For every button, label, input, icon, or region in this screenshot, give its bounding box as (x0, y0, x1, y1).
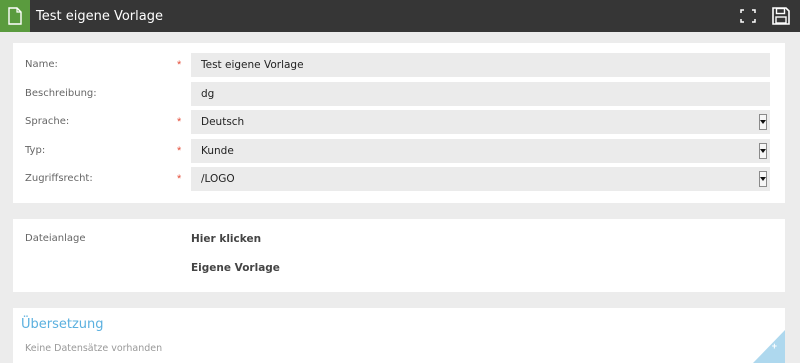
language-select[interactable]: Deutsch (191, 110, 770, 134)
required-marker: * (177, 173, 182, 185)
required-marker: * (177, 59, 182, 71)
corner-triangle (753, 330, 785, 363)
language-select-value: Deutsch (201, 116, 245, 128)
form-row-description: Beschreibung: dg (13, 82, 785, 106)
access-select[interactable]: /LOGO (191, 167, 770, 191)
click-here-link[interactable]: Hier klicken (191, 233, 261, 245)
language-label: Sprache: (25, 116, 70, 127)
form-row-type: Typ: * Kunde (13, 139, 785, 163)
translation-panel: Übersetzung Keine Datensätze vorhanden + (13, 308, 785, 363)
chevron-down-icon[interactable] (759, 114, 767, 130)
access-label: Zugriffsrecht: (25, 173, 93, 184)
own-template-link[interactable]: Eigene Vorlage (191, 262, 280, 274)
access-select-value: /LOGO (201, 173, 235, 185)
save-button[interactable] (768, 0, 794, 32)
form-row-language: Sprache: * Deutsch (13, 110, 785, 134)
attachment-panel: Dateianlage Hier klicken Eigene Vorlage (13, 219, 785, 292)
window-titlebar: Test eigene Vorlage (0, 0, 800, 32)
expand-button[interactable] (734, 0, 762, 32)
form-row-name: Name: * Test eigene Vorlage (13, 53, 785, 77)
chevron-down-icon[interactable] (759, 143, 767, 159)
chevron-down-icon[interactable] (759, 171, 767, 187)
document-icon (0, 0, 30, 32)
type-label: Typ: (25, 145, 46, 156)
type-select-value: Kunde (201, 145, 234, 157)
section-title: Übersetzung (21, 317, 104, 332)
empty-state-text: Keine Datensätze vorhanden (25, 343, 163, 354)
form-row-access: Zugriffsrecht: * /LOGO (13, 167, 785, 191)
type-select[interactable]: Kunde (191, 139, 770, 163)
required-marker: * (177, 145, 182, 157)
attachment-label: Dateianlage (25, 233, 86, 244)
required-marker: * (177, 116, 182, 128)
window-title: Test eigene Vorlage (36, 8, 163, 24)
description-label: Beschreibung: (25, 88, 97, 99)
expand-icon (740, 9, 756, 23)
name-label: Name: (25, 59, 58, 70)
form-panel: Name: * Test eigene Vorlage Beschreibung… (13, 43, 785, 203)
save-disk-icon (772, 7, 790, 25)
description-input[interactable]: dg (191, 82, 770, 106)
add-translation-button[interactable]: + (753, 330, 785, 363)
plus-icon: + (771, 341, 777, 351)
name-input[interactable]: Test eigene Vorlage (191, 53, 770, 77)
